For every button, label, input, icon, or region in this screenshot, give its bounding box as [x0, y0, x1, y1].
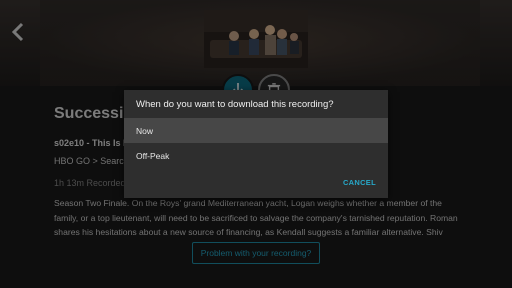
dialog-title: When do you want to download this record…: [136, 99, 334, 110]
option-now[interactable]: Now: [124, 118, 388, 143]
cancel-button[interactable]: CANCEL: [343, 178, 376, 187]
download-dialog: When do you want to download this record…: [124, 90, 388, 198]
option-off-peak[interactable]: Off-Peak: [124, 143, 388, 168]
